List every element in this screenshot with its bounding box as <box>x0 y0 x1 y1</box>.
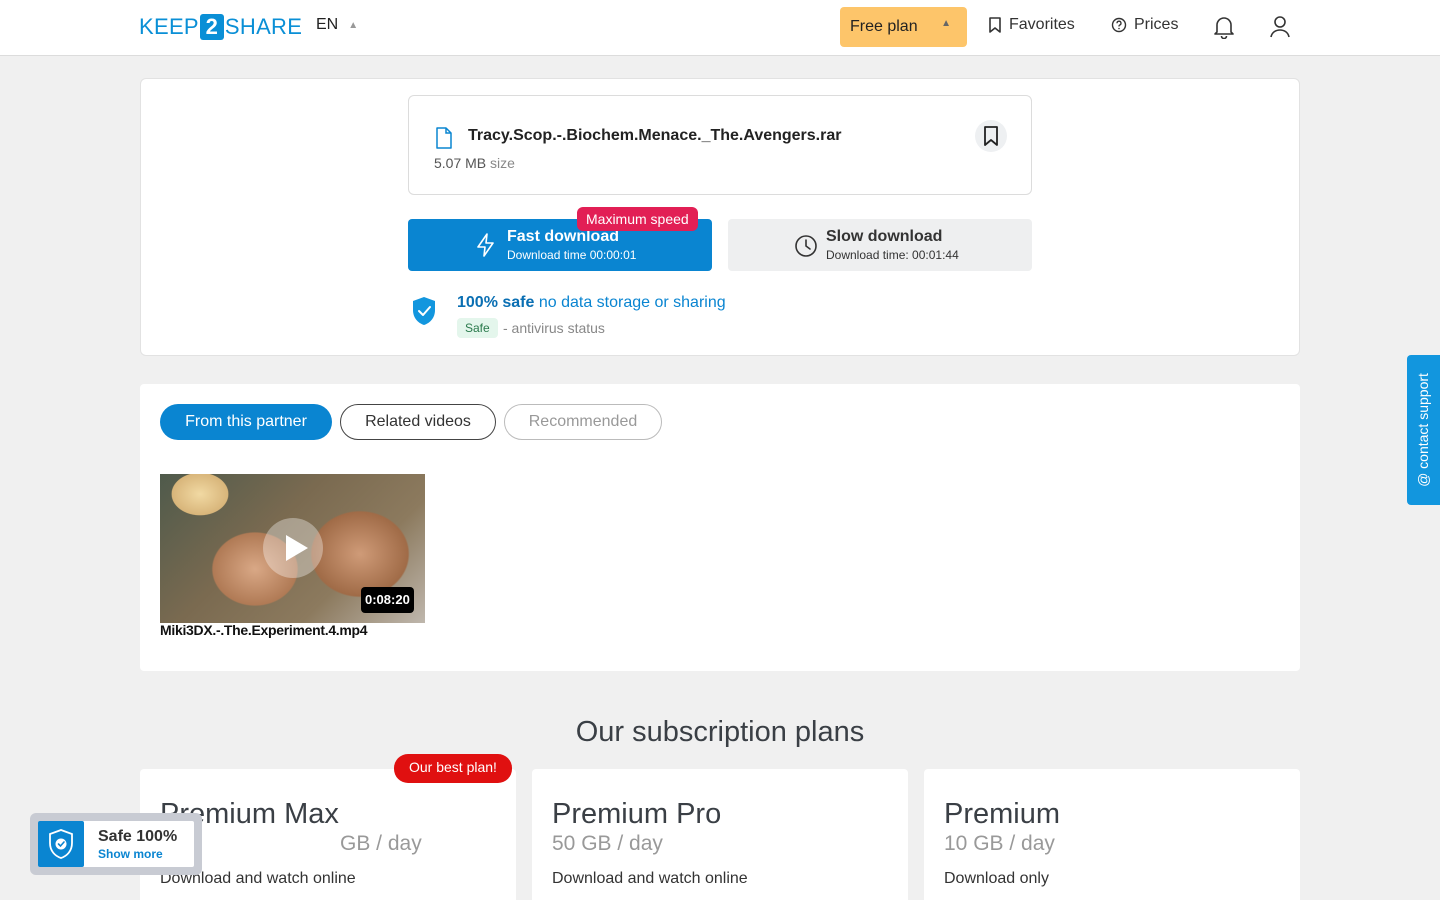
logo-text-left: KEEP <box>139 14 199 39</box>
favorites-label: Favorites <box>1009 16 1075 33</box>
plan-description: Download and watch online <box>552 870 748 887</box>
prices-link[interactable]: Prices <box>1111 16 1178 34</box>
slow-download-title: Slow download <box>826 228 943 245</box>
plan-description: Download only <box>944 870 1049 887</box>
file-icon <box>436 127 452 149</box>
help-circle-icon <box>1111 17 1127 33</box>
safe-widget-inner: Safe 100% Show more <box>38 821 194 867</box>
safety-headline-bold: 100% safe <box>457 294 535 311</box>
safe-widget-title: Safe 100% <box>98 828 178 845</box>
video-duration: 0:08:20 <box>361 587 414 613</box>
tab-from-this-partner[interactable]: From this partner <box>160 404 332 440</box>
plan-dropdown-button[interactable]: Free plan ▲ <box>840 7 967 47</box>
slow-download-time: Download time: 00:01:44 <box>826 248 959 262</box>
bell-icon[interactable] <box>1213 15 1235 39</box>
tab-related-videos[interactable]: Related videos <box>340 404 496 440</box>
shield-check-icon <box>49 829 73 859</box>
plan-name: Premium Pro <box>552 798 722 830</box>
file-size-value: 5.07 MB <box>434 155 487 171</box>
tab-recommended[interactable]: Recommended <box>504 404 662 440</box>
best-plan-badge: Our best plan! <box>394 754 512 783</box>
plan-button-label: Free plan <box>850 18 918 35</box>
logo-mark: 2 <box>199 14 224 40</box>
file-name: Tracy.Scop.-.Biochem.Menace._The.Avenger… <box>468 127 842 144</box>
plan-quota: 50 GB / day <box>552 832 663 855</box>
safe-widget-shield <box>38 821 84 867</box>
top-header: KEEP 2 SHARE EN ▲ Free plan ▲ Favorites … <box>0 0 1440 56</box>
plan-quota: GB / day <box>340 832 422 855</box>
video-thumbnail[interactable]: 0:08:20 <box>160 474 425 623</box>
maximum-speed-badge: Maximum speed <box>577 207 698 231</box>
clock-icon <box>795 235 817 257</box>
video-title[interactable]: Miki3DX.-.The.Experiment.4.mp4 <box>160 622 368 638</box>
safe-widget[interactable]: Safe 100% Show more <box>30 813 202 875</box>
add-favorite-button[interactable] <box>975 120 1007 152</box>
chevron-up-icon: ▲ <box>941 18 951 29</box>
shield-check-icon <box>413 297 435 325</box>
contact-support-text: contact support <box>1415 373 1431 469</box>
antivirus-badge: Safe <box>457 318 498 338</box>
contact-support-tab[interactable]: @ contact support <box>1407 355 1440 505</box>
slow-download-button[interactable]: Slow download Download time: 00:01:44 <box>728 219 1032 271</box>
language-label: EN <box>316 16 339 33</box>
bookmark-icon <box>984 126 998 146</box>
plan-card-premium-pro[interactable]: Premium Pro 50 GB / day Download and wat… <box>532 769 908 900</box>
logo-text-right: SHARE <box>224 14 303 39</box>
plan-card-premium[interactable]: Premium 10 GB / day Download only <box>924 769 1300 900</box>
lightning-icon <box>477 233 494 257</box>
file-size-label: size <box>490 155 515 171</box>
prices-label: Prices <box>1134 16 1179 33</box>
contact-support-label: @ contact support <box>1415 373 1431 487</box>
at-icon: @ <box>1415 468 1431 487</box>
favorites-link[interactable]: Favorites <box>988 16 1075 34</box>
file-info-card: Tracy.Scop.-.Biochem.Menace._The.Avenger… <box>408 95 1032 195</box>
language-selector[interactable]: EN ▲ <box>316 16 358 34</box>
fast-download-time: Download time 00:00:01 <box>507 248 637 262</box>
plan-name: Premium <box>944 798 1061 830</box>
user-icon[interactable] <box>1269 15 1291 39</box>
site-logo[interactable]: KEEP 2 SHARE <box>139 13 302 41</box>
chevron-up-icon: ▲ <box>348 19 359 31</box>
plans-heading: Our subscription plans <box>575 716 865 748</box>
antivirus-status-text: - antivirus status <box>503 320 605 336</box>
bookmark-icon <box>989 17 1001 33</box>
plan-quota: 10 GB / day <box>944 832 1055 855</box>
file-size: 5.07 MB size <box>434 155 515 171</box>
play-icon[interactable] <box>263 518 323 578</box>
safety-headline-rest: no data storage or sharing <box>538 294 726 311</box>
safety-headline: 100% safe no data storage or sharing <box>457 294 726 312</box>
show-more-link[interactable]: Show more <box>98 847 163 861</box>
